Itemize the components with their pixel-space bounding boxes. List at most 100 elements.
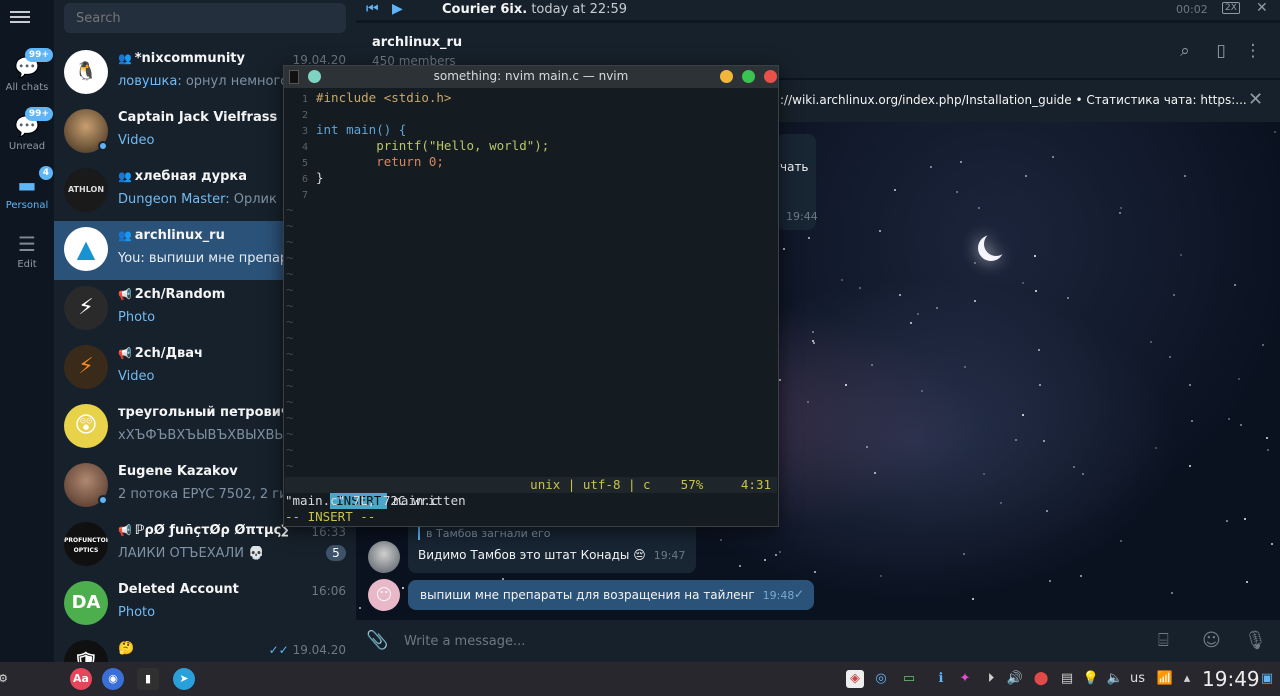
tilde-marker: ~ [286,250,294,265]
star [1234,284,1236,286]
paperclip-icon[interactable]: 📎 [366,630,388,651]
avatar[interactable] [368,541,400,573]
chat-item-thinking[interactable]: 🛡 🤔 ✓✓ 19.04.20 [54,634,356,662]
microphone-icon[interactable]: 🎙 [1244,630,1267,651]
emoji-icon[interactable]: ☺ [1202,630,1221,651]
preview-sender: ловушка: [118,74,182,89]
lightbulb-icon[interactable]: 💡 [1082,670,1100,688]
expand-tray-icon[interactable]: ▴ [1178,670,1196,688]
tilde-marker: ~ [286,442,294,457]
star [1120,207,1122,209]
chat-name: Deleted Account [118,582,239,597]
message-bubble[interactable]: в Тамбов загнали его Видимо Тамбов это ш… [408,523,696,573]
star [1169,356,1171,358]
close-icon[interactable]: ✕ [1256,0,1268,16]
star [402,587,404,589]
tilde-marker: ~ [286,346,294,361]
folder-edit[interactable]: ☰ Edit [0,231,54,287]
show-desktop-icon[interactable]: ▣ [1258,670,1276,688]
star [1039,384,1041,386]
previous-track-icon[interactable]: ⏮ [366,1,379,17]
notification-icon[interactable]: ⬤ [1032,670,1050,688]
app-launcher-icon[interactable]: ⚙ [0,668,14,690]
chat-name-text: *nixcommunity [134,51,245,66]
folder-all-chats[interactable]: 💬 99+ All chats [0,48,54,110]
battery-icon[interactable]: ▭ [900,670,918,688]
search-icon[interactable]: ⌕ [1174,41,1196,63]
bot-command-icon[interactable]: ⌸ [1158,630,1169,651]
play-icon[interactable]: ▶ [392,1,403,17]
message-composer: 📎 ⌸ ☺ 🎙 [356,620,1280,662]
menu-icon[interactable] [10,8,30,28]
star [1274,131,1276,133]
avatar[interactable]: 😶 [368,579,400,611]
wifi-icon[interactable]: 📶 [1156,670,1174,688]
flame-icon[interactable]: ✦ [956,670,974,688]
star [1271,543,1273,545]
chat-preview: Dungeon Master: Орлик [118,192,294,207]
chat-name: 📢 2ch/Двач [118,346,288,361]
color-picker-icon[interactable]: ◈ [846,670,864,688]
megaphone-icon: 📢 [118,347,132,360]
editor-buffer[interactable]: 1 #include <stdio.h> 2 3 int main() { 4 pr… [284,90,778,474]
chat-preview: Photo [118,310,294,325]
more-options-icon[interactable]: ⋮ [1242,41,1264,63]
star [1073,466,1075,468]
close-icon[interactable]: ✕ [1248,89,1263,110]
volume-icon[interactable]: 🔊 [1006,670,1024,688]
message-input[interactable] [404,628,1144,654]
font-manager-icon[interactable]: Aa [70,668,92,690]
speaker-icon[interactable]: 🔈 [1106,670,1124,688]
megaphone-icon: 📢 [118,288,132,301]
telegram-taskbar-icon[interactable]: ➤ [173,668,195,690]
vim-file-info: unix | utf-8 | c 57% 4:31 [530,477,771,492]
keyboard-layout[interactable]: us [1130,671,1145,686]
minimize-button[interactable] [720,70,733,83]
chat-item-deleted-account[interactable]: DA Deleted Account 16:06 Photo [54,575,356,634]
network-monitor-icon[interactable]: ◎ [872,670,890,688]
folder-unread[interactable]: 💬 99+ Unread [0,107,54,169]
playback-speed-button[interactable]: 2X [1222,2,1240,14]
avatar: 🐧 [64,50,108,94]
clipboard-icon[interactable]: ▤ [1058,670,1076,688]
message-text: чать [780,160,809,174]
folder-personal[interactable]: ▬ 4 Personal [0,166,54,228]
tilde-marker: ~ [286,378,294,393]
message-time: 19:48 [762,589,795,602]
star [894,189,896,191]
star [1119,212,1121,214]
star [720,539,722,541]
star [866,446,868,448]
terminal-titlebar[interactable]: something: nvim main.c — nvim [284,66,778,88]
maximize-button[interactable] [742,70,755,83]
avatar: DA [64,581,108,625]
avatar: ATHLON [64,168,108,212]
telegram-window: 💬 99+ All chats 💬 99+ Unread ▬ 4 Personal ☰… [0,0,1280,662]
close-button[interactable] [764,70,777,83]
star [1191,420,1193,422]
message-bubble-outgoing[interactable]: выпиши мне препараты для возращения на т… [408,580,814,610]
moon-wallpaper-element [984,232,1008,256]
track-duration: 00:02 [1176,3,1208,16]
sidebar-toggle-icon[interactable]: ▯ [1210,41,1232,63]
clock[interactable]: 19:49 [1202,667,1260,691]
chat-preview: ловушка: орнул немного [118,74,294,89]
terminal-taskbar-icon[interactable]: ▮ [137,668,159,690]
browser-icon[interactable]: ◉ [102,668,124,690]
info-icon[interactable]: ℹ [932,670,950,688]
star [1244,518,1246,520]
star [930,166,932,168]
chat-time: 16:33 [311,525,346,539]
star [1246,581,1248,583]
code-line: 1 #include <stdio.h> [284,90,778,106]
star [1171,592,1173,594]
terminal-window[interactable]: something: nvim main.c — nvim 1 #include … [283,65,779,527]
message-bubble[interactable]: чать 19:44 [776,134,818,230]
star [845,384,847,386]
star [874,472,876,474]
star [1000,502,1002,504]
media-play-icon[interactable]: ⏵ [982,670,1000,688]
star [1228,418,1230,420]
search-input[interactable] [64,3,346,33]
unread-badge: 99+ [24,48,53,62]
